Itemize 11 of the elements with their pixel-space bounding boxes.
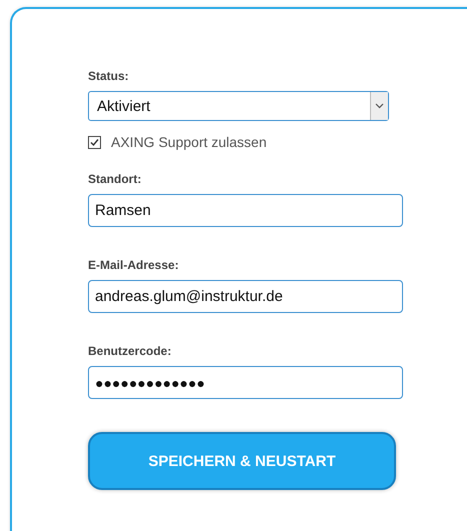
field-label: E-Mail-Adresse: — [88, 258, 179, 272]
password-field[interactable]: ●●●●●●●●●●●●● — [88, 366, 403, 399]
checkbox-label: AXING Support zulassen — [111, 134, 267, 150]
text-field[interactable]: Ramsen — [88, 194, 403, 227]
status-label: Status: — [88, 69, 129, 83]
checkbox[interactable] — [88, 136, 101, 148]
field-label: Benutzercode: — [88, 344, 172, 358]
field-label: Standort: — [88, 172, 142, 186]
status-select[interactable]: Aktiviert — [88, 91, 389, 121]
text-field[interactable]: andreas.glum@instruktur.de — [88, 280, 403, 313]
chevron-icon — [375, 103, 384, 109]
